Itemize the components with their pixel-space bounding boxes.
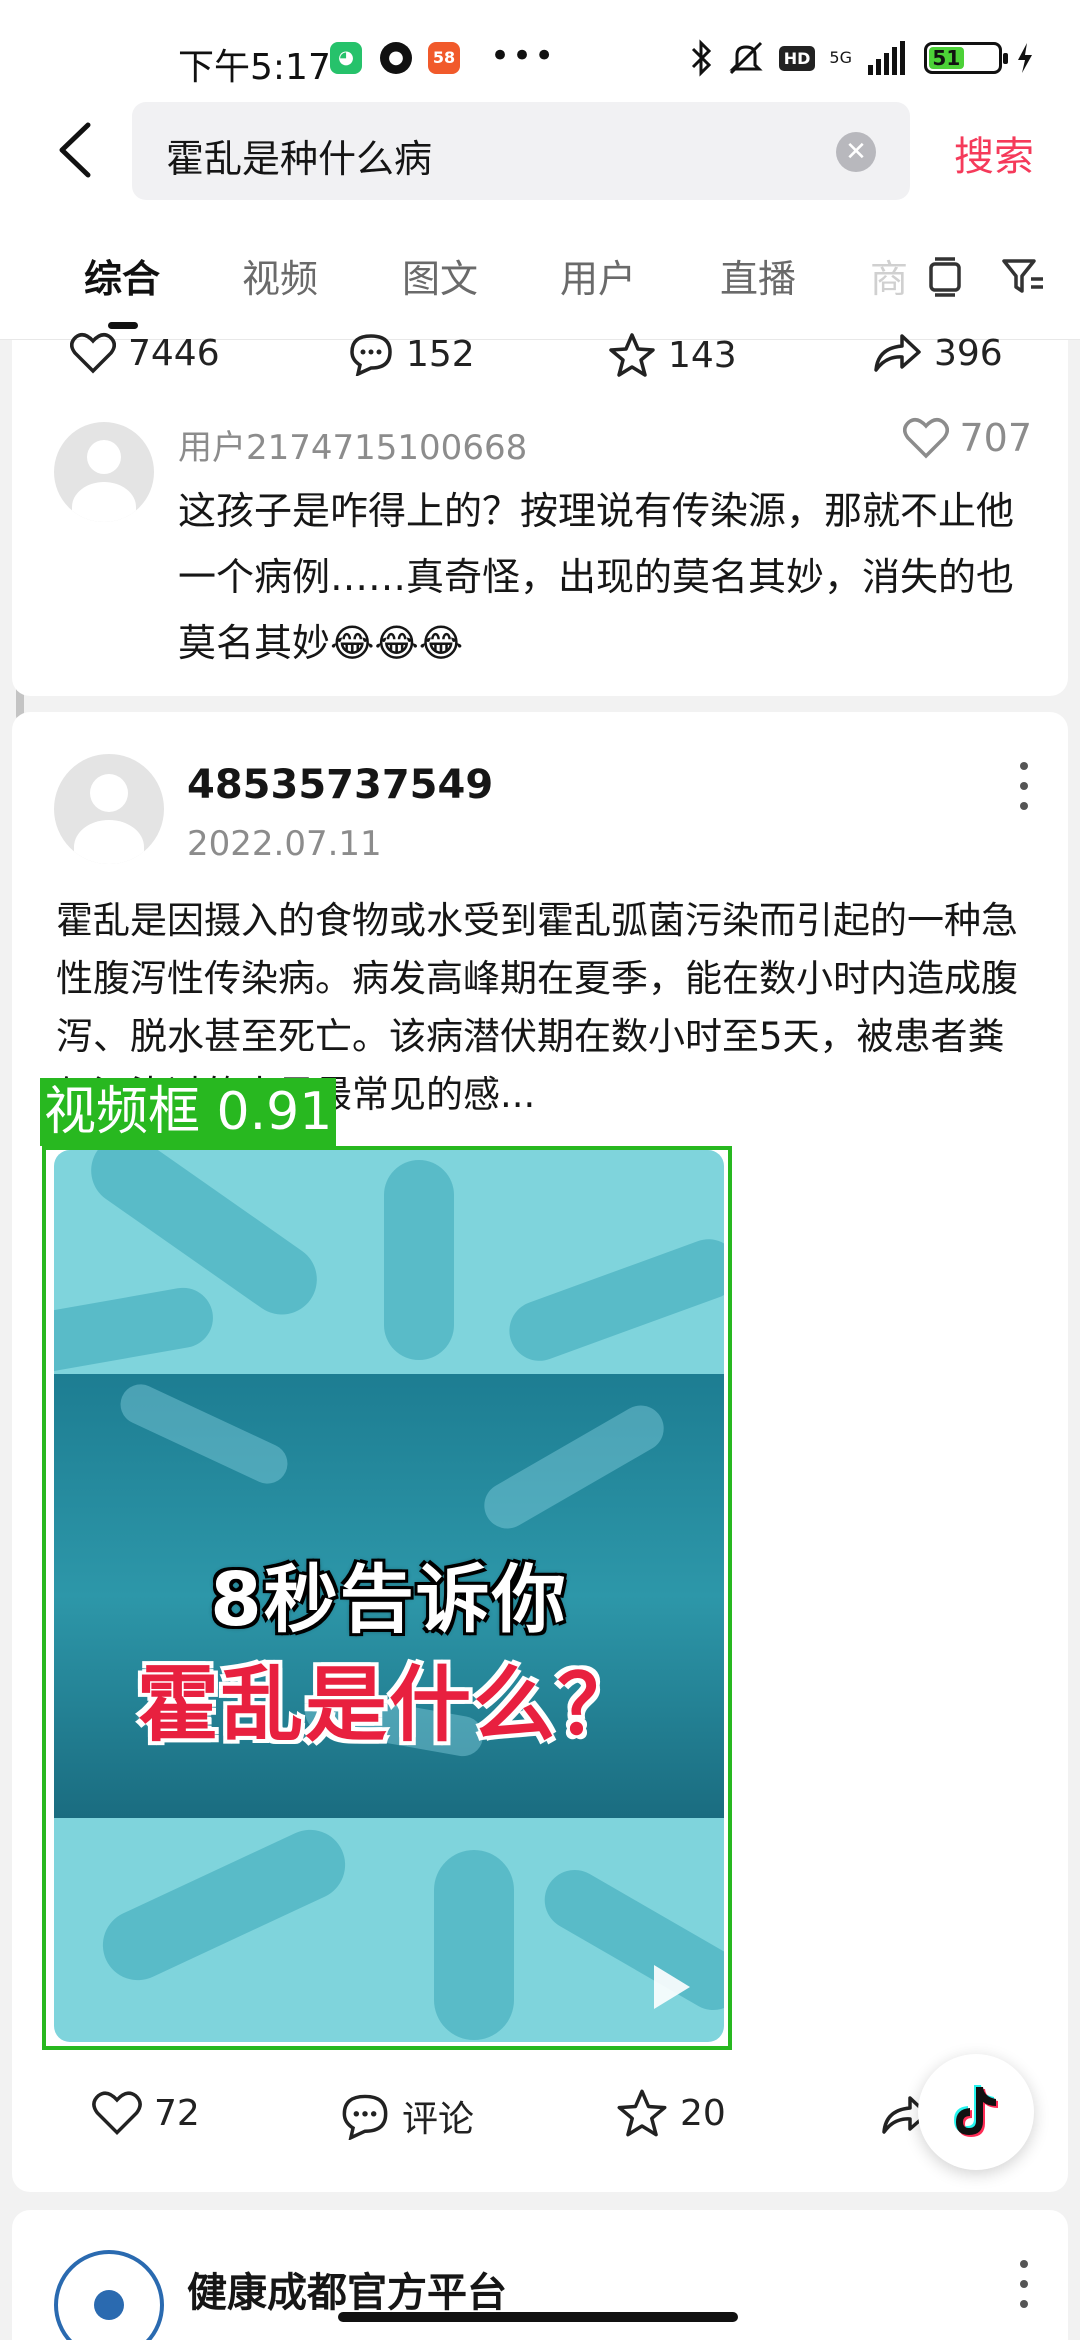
comment-action[interactable]: 152 [348,332,475,376]
search-input[interactable]: 霍乱是种什么病 ✕ [132,102,910,200]
heart-icon [92,2091,142,2136]
post-like-count: 72 [154,2092,200,2134]
status-time: 下午5:17 [178,47,331,88]
douyin-floating-button[interactable] [918,2054,1034,2170]
favorite-action[interactable]: 143 [608,332,737,378]
hd-badge: HD [778,45,816,71]
star-icon [609,333,655,377]
mute-icon [729,41,763,75]
star-icon [617,2089,667,2137]
battery-level: 51 [929,47,964,69]
post-favorite-count: 20 [680,2092,726,2134]
home-indicator[interactable] [338,2312,738,2322]
post-date: 2022.07.11 [187,824,382,864]
network-label: 5G [829,48,852,67]
comment-like-count: 707 [959,416,1032,460]
search-button[interactable]: 搜索 [954,124,1034,182]
status-bar: 下午5:17 ◕ ● 58 ••• HD 5G 51 [0,0,1080,100]
battery-indicator: 51 [924,42,1008,74]
tab-more-faded[interactable]: 商 [870,248,908,303]
tab-image-text[interactable]: 图文 [402,248,478,303]
share-count: 396 [934,332,1003,374]
tab-all[interactable]: 综合 [84,248,160,303]
tab-live[interactable]: 直播 [720,248,796,303]
share-icon [874,334,921,372]
charging-icon [1018,43,1032,73]
search-query[interactable]: 霍乱是种什么病 [166,128,432,183]
post-comment-label: 评论 [402,2099,475,2140]
avatar[interactable] [54,422,154,522]
comment-icon [350,334,392,376]
like-count: 7446 [128,332,220,374]
58-icon: 58 [428,42,460,74]
back-button[interactable] [44,120,104,180]
layout-switch-icon[interactable] [920,252,970,302]
wechat-icon: ◕ [330,42,362,74]
post-author[interactable]: 48535737549 [187,762,493,808]
favorite-count: 143 [668,334,737,376]
more-options-button[interactable] [1014,762,1034,810]
health-logo-avatar[interactable] [54,2250,164,2340]
next-post-author[interactable]: 健康成都官方平台 [187,2260,507,2318]
post-comment-action[interactable]: 评论 [340,2090,474,2142]
heart-icon [70,333,116,374]
detection-label: 视频框 0.91 [40,1078,337,1146]
comment-count: 152 [406,333,475,375]
chevron-left-icon [59,122,91,178]
comment-text: 这孩子是咋得上的？按理说有传染源，那就不止他一个病例……真奇怪，出现的莫名其妙，… [178,489,1015,665]
comment-username[interactable]: 用户2174715100668 [178,420,527,469]
heart-icon [903,418,950,459]
detection-box [42,1146,732,2050]
share-action[interactable]: 396 [872,332,1003,374]
comment-like-button[interactable]: 707 [903,416,1032,460]
bluetooth-icon [691,39,711,77]
avatar[interactable] [54,754,164,864]
qq-icon: ● [380,42,412,74]
douyin-icon [954,2085,998,2137]
search-header: 霍乱是种什么病 ✕ 搜索 [0,100,1080,218]
like-action[interactable]: 7446 [70,332,220,374]
signal-icon [868,41,905,75]
filter-icon[interactable] [998,252,1048,302]
post-favorite-action[interactable]: 20 [616,2088,726,2138]
overflow-icon: ••• [490,36,557,76]
previous-post-card: 7446 152 143 396 用户2174715100668 707 这孩子… [12,333,1068,696]
more-options-button[interactable] [1014,2260,1034,2308]
tab-video[interactable]: 视频 [242,248,318,303]
active-tab-indicator [108,322,138,329]
comment-icon [342,2094,388,2140]
clear-search-button[interactable]: ✕ [836,132,876,172]
post-like-action[interactable]: 72 [92,2090,200,2136]
status-right: HD 5G 51 [689,38,1034,78]
tab-users[interactable]: 用户 [560,248,636,303]
search-tabs: 综合 视频 图文 用户 直播 商 [0,218,1080,340]
